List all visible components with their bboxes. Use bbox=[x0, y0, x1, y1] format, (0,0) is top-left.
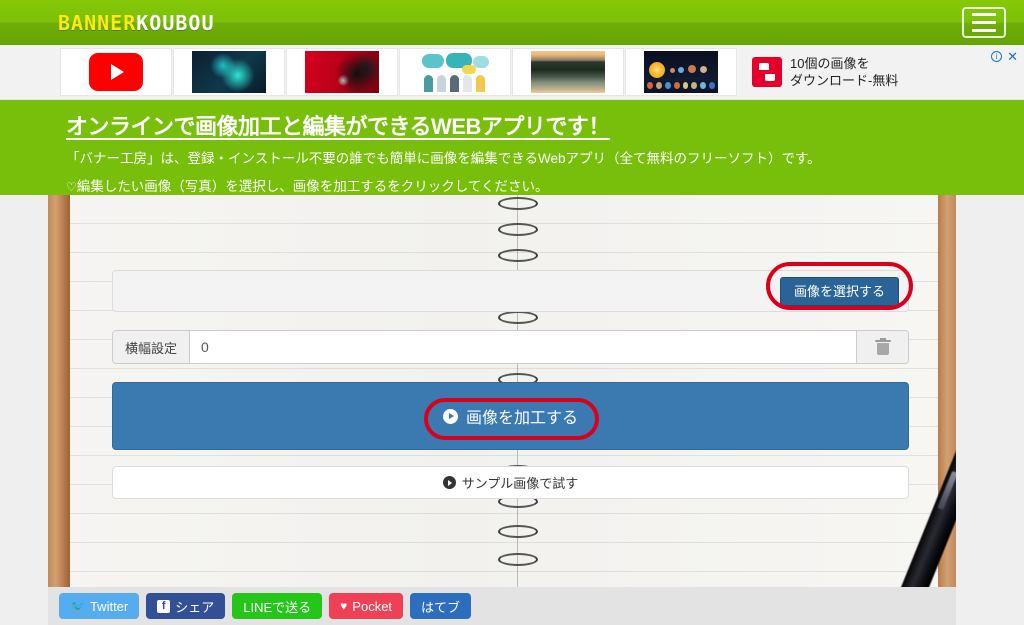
share-pocket-label: Pocket bbox=[352, 598, 393, 614]
width-setting-row: 横幅設定 bbox=[112, 330, 909, 364]
share-facebook-button[interactable]: f シェア bbox=[146, 593, 226, 619]
heart-icon: ♡ bbox=[66, 179, 77, 194]
process-image-label: 画像を加工する bbox=[465, 410, 578, 427]
ad-thumbnail-cell[interactable] bbox=[286, 48, 398, 96]
process-image-button[interactable]: 画像を加工する bbox=[112, 382, 909, 450]
share-twitter-label: Twitter bbox=[89, 598, 129, 614]
logo-secondary-text: KOUBOU bbox=[136, 10, 215, 35]
ad-headline-text: 10個の画像を ダウンロード-無料 bbox=[790, 55, 898, 89]
ad-thumbnail-cell[interactable] bbox=[625, 48, 737, 96]
site-logo[interactable]: BANNERKOUBOU bbox=[58, 13, 215, 33]
teal-abstract-thumbnail bbox=[192, 51, 266, 93]
logo-primary-text: BANNER bbox=[58, 10, 137, 35]
notebook-left-edge bbox=[48, 195, 70, 587]
share-hatena-label: はてブ bbox=[421, 599, 461, 615]
promo-banner: オンラインで画像加工と編集ができるWEBアプリです！ 「バナー工房」は、登録・イ… bbox=[0, 100, 1024, 195]
share-facebook-label: シェア bbox=[175, 599, 215, 615]
arrow-right-circle-icon bbox=[442, 408, 458, 424]
share-line-label: LINEで送る bbox=[243, 599, 312, 615]
select-image-button[interactable]: 画像を選択する bbox=[779, 277, 899, 306]
solar-system-thumbnail bbox=[644, 51, 718, 93]
youtube-logo-thumbnail bbox=[89, 53, 143, 91]
red-black-abstract-thumbnail bbox=[305, 51, 379, 93]
share-twitter-button[interactable]: 🐦 Twitter bbox=[59, 593, 140, 619]
width-input[interactable] bbox=[190, 331, 856, 363]
twitter-bird-icon: 🐦 bbox=[70, 599, 85, 613]
image-edit-form: 画像を選択する 横幅設定 画像を加工する サンプル画像で試す bbox=[112, 262, 913, 499]
ad-headline-line-2: ダウンロード-無料 bbox=[790, 73, 899, 88]
social-share-bar: 🐦 Twitter f シェア LINEで送る ♥ Pocket はてブ bbox=[48, 587, 956, 625]
content-area: 画像を選択する 横幅設定 画像を加工する サンプル画像で試す 🐦 Twitt bbox=[0, 195, 1024, 625]
ad-banner-strip: 10個の画像を ダウンロード-無料 i ✕ bbox=[0, 45, 1024, 100]
ad-thumbnail-cell[interactable] bbox=[173, 48, 285, 96]
pocket-icon: ♥ bbox=[340, 599, 348, 613]
arrow-right-circle-icon bbox=[442, 476, 456, 489]
share-line-button[interactable]: LINEで送る bbox=[232, 593, 323, 619]
promo-description-line-1: 「バナー工房」は、登録・インストール不要の誰でも簡単に画像を編集できるWebアプ… bbox=[66, 150, 821, 166]
facebook-icon: f bbox=[157, 599, 171, 613]
hamburger-menu-icon[interactable] bbox=[962, 7, 1006, 38]
site-header: BANNERKOUBOU bbox=[0, 0, 1024, 45]
mountain-lake-thumbnail bbox=[531, 51, 605, 93]
share-hatena-button[interactable]: はてブ bbox=[410, 593, 472, 619]
ad-thumbnail-cell[interactable] bbox=[399, 48, 511, 96]
people-speech-bubbles-thumbnail bbox=[418, 51, 492, 93]
width-setting-label: 横幅設定 bbox=[113, 331, 190, 363]
share-pocket-button[interactable]: ♥ Pocket bbox=[329, 593, 404, 619]
file-select-row: 画像を選択する bbox=[112, 262, 913, 312]
try-sample-image-label: サンプル画像で試す bbox=[461, 476, 579, 491]
ad-thumbnail-cell[interactable] bbox=[512, 48, 624, 96]
stock-photo-brand-icon bbox=[752, 57, 782, 87]
menu-bar-3 bbox=[972, 29, 996, 32]
try-sample-image-button[interactable]: サンプル画像で試す bbox=[112, 466, 909, 499]
ad-controls: i ✕ bbox=[991, 50, 1018, 63]
ad-close-icon[interactable]: ✕ bbox=[1007, 50, 1018, 63]
menu-bar-1 bbox=[972, 13, 996, 16]
ad-thumbnail-cell[interactable] bbox=[60, 48, 172, 96]
ad-headline-block[interactable]: 10個の画像を ダウンロード-無料 bbox=[752, 55, 898, 89]
ad-info-icon[interactable]: i bbox=[991, 51, 1003, 62]
clear-width-button[interactable] bbox=[856, 331, 908, 363]
promo-description-line-2-text: 編集したい画像（写真）を選択し、画像を加工するをクリックしてください。 bbox=[76, 178, 549, 194]
page-title: オンラインで画像加工と編集ができるWEBアプリです！ bbox=[66, 114, 610, 139]
menu-bar-2 bbox=[972, 21, 996, 24]
trash-icon bbox=[874, 337, 891, 355]
ad-headline-line-1: 10個の画像を bbox=[790, 55, 870, 71]
